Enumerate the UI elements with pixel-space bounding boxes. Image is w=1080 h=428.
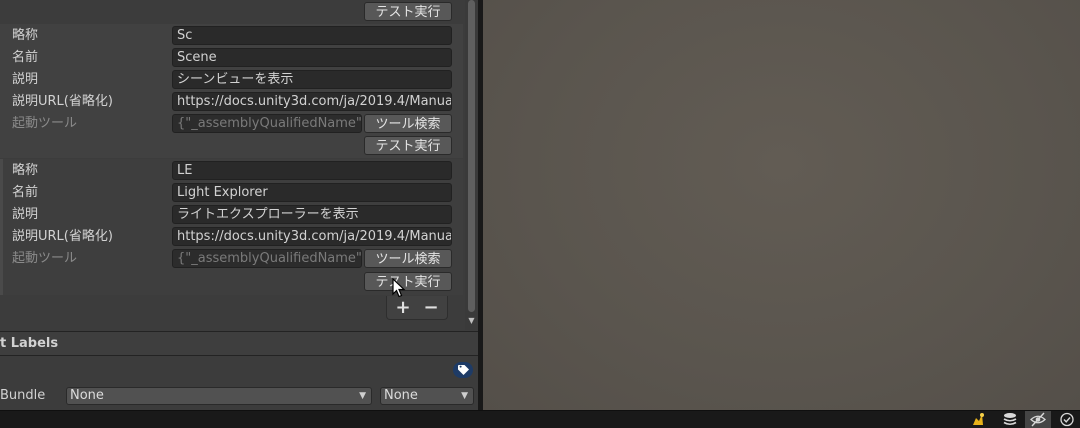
test-run-button[interactable]: テスト実行 xyxy=(364,136,452,155)
description-url-field[interactable]: https://docs.unity3d.com/ja/2019.4/Manua… xyxy=(172,227,452,246)
tag-icon[interactable] xyxy=(453,362,473,378)
short-field[interactable]: Sc xyxy=(172,26,452,45)
name-field[interactable]: Scene xyxy=(172,48,452,67)
asset-labels-header[interactable] xyxy=(0,332,478,356)
collab-icon[interactable] xyxy=(970,412,986,427)
inspector-panel: テスト実行 略称 Sc 名前 Scene 説明 シーンビューを表示 説明URL(… xyxy=(0,0,478,410)
asset-bundle-variant-value: None xyxy=(384,388,418,403)
asset-bundle-value: None xyxy=(70,388,104,403)
asset-labels-title: t Labels xyxy=(0,336,59,351)
chevron-down-icon: ▼ xyxy=(461,391,468,401)
vertical-scrollbar[interactable]: ▼ xyxy=(465,0,478,330)
chevron-down-icon: ▼ xyxy=(359,391,366,401)
asset-bundle-dropdown[interactable]: None ▼ xyxy=(66,387,372,405)
description-field[interactable]: シーンビューを表示 xyxy=(172,70,452,89)
remove-element-button[interactable]: − xyxy=(420,298,442,318)
name-field[interactable]: Light Explorer xyxy=(172,183,452,202)
name-label: 名前 xyxy=(12,50,39,65)
scrollbar-thumb[interactable] xyxy=(468,0,475,312)
launch-tool-label: 起動ツール xyxy=(12,251,78,266)
add-element-button[interactable]: + xyxy=(392,298,414,318)
description-url-label: 説明URL(省略化) xyxy=(12,229,113,244)
description-label: 説明 xyxy=(12,72,39,87)
description-field[interactable]: ライトエクスプローラーを表示 xyxy=(172,205,452,224)
mouse-cursor-icon xyxy=(392,278,406,298)
test-run-button[interactable]: テスト実行 xyxy=(364,272,452,291)
layers-icon[interactable] xyxy=(1002,412,1018,427)
tool-search-button[interactable]: ツール検索 xyxy=(364,114,452,133)
visibility-icon xyxy=(1030,412,1046,427)
asset-bundle-variant-dropdown[interactable]: None ▼ xyxy=(380,387,474,405)
test-run-button-previous[interactable]: テスト実行 xyxy=(364,2,452,21)
description-url-field[interactable]: https://docs.unity3d.com/ja/2019.4/Manua… xyxy=(172,92,452,111)
launch-tool-field: {"_assemblyQualifiedName":"l xyxy=(172,114,362,133)
launch-tool-label: 起動ツール xyxy=(12,116,78,131)
description-url-label: 説明URL(省略化) xyxy=(12,94,113,109)
asset-bundle-label: Bundle xyxy=(0,388,46,403)
check-circle-icon[interactable] xyxy=(1059,412,1075,427)
description-label: 説明 xyxy=(12,207,39,222)
drag-handle[interactable] xyxy=(0,159,3,295)
name-label: 名前 xyxy=(12,185,39,200)
short-field[interactable]: LE xyxy=(172,161,452,180)
scene-view[interactable] xyxy=(483,0,1080,410)
tool-search-button[interactable]: ツール検索 xyxy=(364,249,452,268)
short-label: 略称 xyxy=(12,163,39,178)
status-bar xyxy=(0,410,1080,428)
launch-tool-field: {"_assemblyQualifiedName":"l xyxy=(172,249,362,268)
short-label: 略称 xyxy=(12,28,39,43)
scroll-down-arrow-icon[interactable]: ▼ xyxy=(467,316,476,326)
